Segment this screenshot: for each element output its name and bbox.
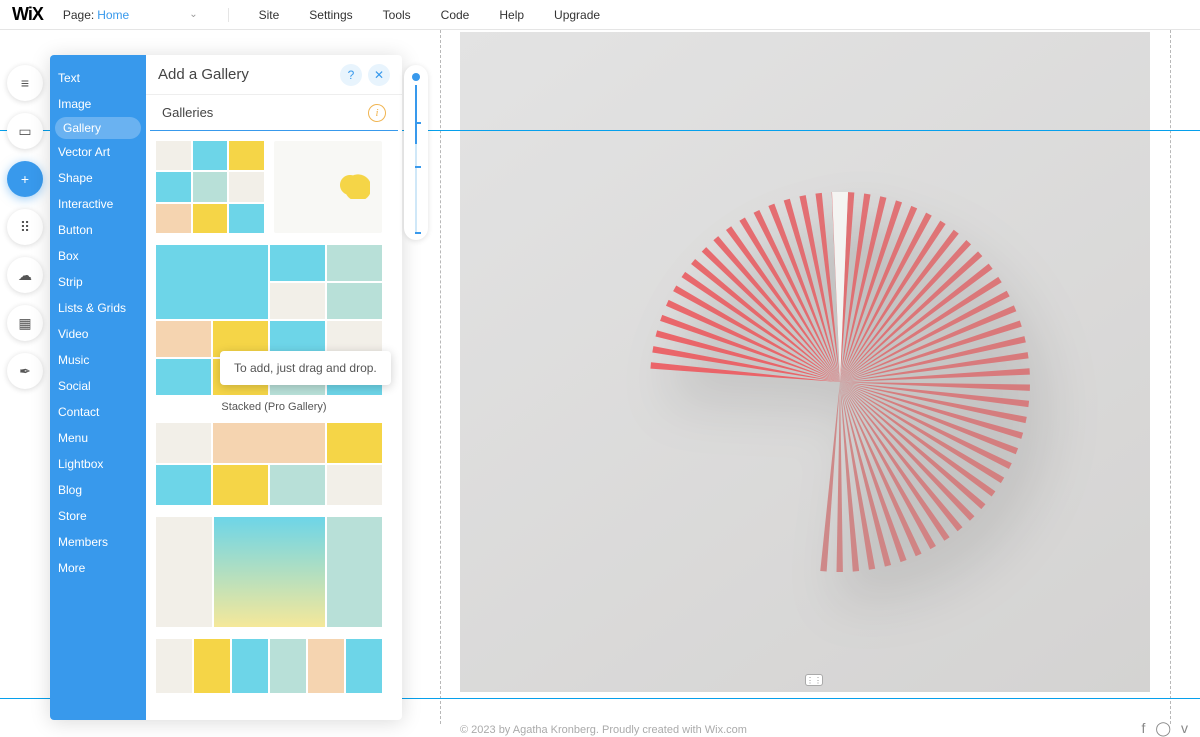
info-icon[interactable]: i [368,104,386,122]
page-value: Home [97,8,129,22]
dock-add[interactable]: + [7,161,43,197]
menu-help[interactable]: Help [499,8,524,22]
vimeo-icon[interactable]: v [1181,720,1188,737]
cat-more[interactable]: More [50,555,146,581]
gallery-preset[interactable] [274,141,382,233]
wix-logo: WiX [12,4,43,25]
drag-tooltip: To add, just drag and drop. [220,351,391,385]
dock-apps[interactable]: ⠿ [7,209,43,245]
cat-blog[interactable]: Blog [50,477,146,503]
cat-strip[interactable]: Strip [50,269,146,295]
cat-contact[interactable]: Contact [50,399,146,425]
instagram-icon[interactable]: ◯ [1155,720,1171,737]
social-icons: f ◯ v [1141,720,1188,737]
help-button[interactable]: ? [340,64,362,86]
chevron-down-icon: ⌄ [189,9,197,20]
gallery-preset[interactable] [156,423,382,505]
section-header: Galleries i [150,95,398,131]
gallery-preset[interactable] [156,639,382,693]
cat-gallery[interactable]: Gallery [55,117,141,139]
left-dock: ≡ ▭ + ⠿ ☁ ▦ ✒ [0,55,50,389]
menu-code[interactable]: Code [441,8,470,22]
scroll-indicator[interactable] [404,65,428,240]
add-panel: Text Image Gallery Vector Art Shape Inte… [50,55,402,720]
cat-box[interactable]: Box [50,243,146,269]
cat-menu[interactable]: Menu [50,425,146,451]
cat-text[interactable]: Text [50,65,146,91]
menu-upgrade[interactable]: Upgrade [554,8,600,22]
cat-vectorart[interactable]: Vector Art [50,139,146,165]
cat-interactive[interactable]: Interactive [50,191,146,217]
cat-store[interactable]: Store [50,503,146,529]
menu-settings[interactable]: Settings [309,8,352,22]
cat-listsgrids[interactable]: Lists & Grids [50,295,146,321]
cat-music[interactable]: Music [50,347,146,373]
dock-pages[interactable]: ≡ [7,65,43,101]
cat-button[interactable]: Button [50,217,146,243]
panel-body: Add a Gallery ? ✕ Galleries i [146,55,402,720]
dock-blog[interactable]: ✒ [7,353,43,389]
topbar: WiX Page: Home ⌄ Site Settings Tools Cod… [0,0,1200,30]
gallery-preset[interactable] [156,141,264,233]
panel-header: Add a Gallery ? ✕ [146,55,402,95]
page-label: Page: [63,8,94,22]
preset-caption: Stacked (Pro Gallery) [156,401,392,413]
cat-video[interactable]: Video [50,321,146,347]
hero-image[interactable]: ⋮⋮ [460,32,1150,692]
dock-bookings[interactable]: ▦ [7,305,43,341]
gallery-preset[interactable] [156,517,382,627]
menu-tools[interactable]: Tools [383,8,411,22]
page-selector[interactable]: Page: Home ⌄ [63,8,229,22]
gallery-presets: Stacked (Pro Gallery) To add, ju [146,131,402,720]
ruler-right [1170,30,1171,724]
cat-lightbox[interactable]: Lightbox [50,451,146,477]
fan-art-icon [560,92,1080,612]
scroll-dot-icon [412,73,420,81]
cat-image[interactable]: Image [50,91,146,117]
footer-text: © 2023 by Agatha Kronberg. Proudly creat… [460,724,747,736]
scroll-track [415,85,417,232]
panel-title: Add a Gallery [158,66,249,83]
ruler-left [440,30,441,724]
dock-media[interactable]: ☁ [7,257,43,293]
close-button[interactable]: ✕ [368,64,390,86]
section-title: Galleries [162,105,213,120]
top-menu: Site Settings Tools Code Help Upgrade [259,8,600,22]
cat-shape[interactable]: Shape [50,165,146,191]
menu-site[interactable]: Site [259,8,280,22]
resize-handle[interactable]: ⋮⋮ [805,674,823,686]
dock-background[interactable]: ▭ [7,113,43,149]
facebook-icon[interactable]: f [1141,720,1145,737]
cat-members[interactable]: Members [50,529,146,555]
category-list: Text Image Gallery Vector Art Shape Inte… [50,55,146,720]
cat-social[interactable]: Social [50,373,146,399]
